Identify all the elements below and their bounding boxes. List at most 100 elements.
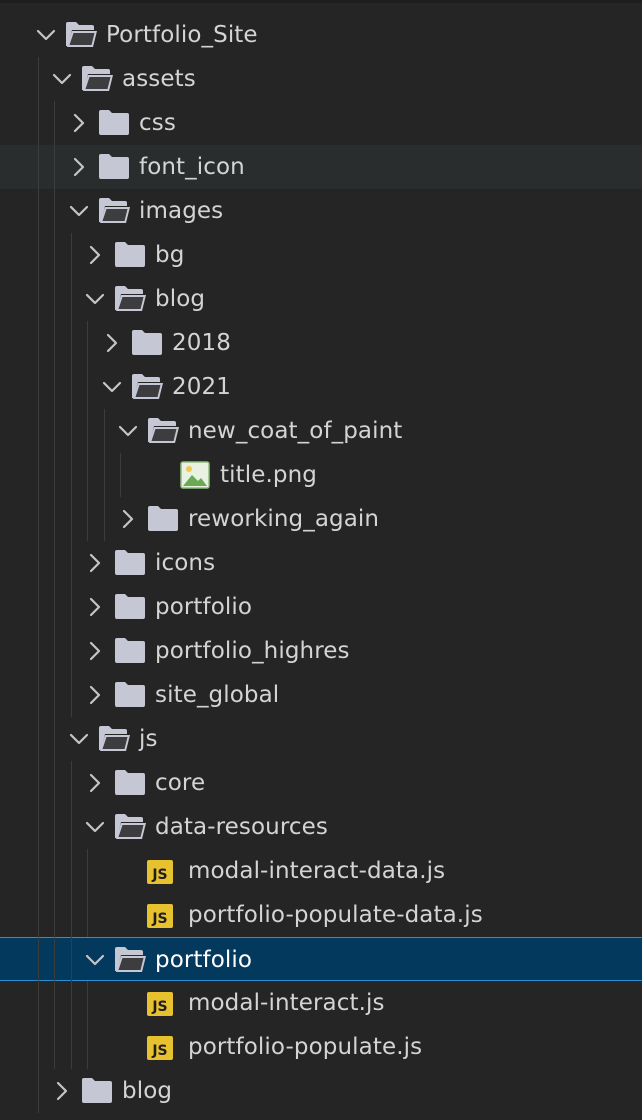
tree-item-label: portfolio-populate-data.js bbox=[188, 902, 483, 928]
chevron-right-icon[interactable] bbox=[81, 593, 109, 621]
folder-open-icon bbox=[97, 723, 131, 753]
tree-item-label: css bbox=[139, 110, 176, 136]
indent-guide bbox=[87, 321, 88, 541]
tree-folder-portfolio-highres[interactable]: portfolio_highres bbox=[0, 629, 642, 673]
tree-item-label: icons bbox=[155, 550, 216, 576]
js-file-icon: JS bbox=[147, 992, 173, 1016]
tree-folder-icons[interactable]: icons bbox=[0, 541, 642, 585]
folder-icon bbox=[97, 107, 131, 137]
indent-guide bbox=[87, 981, 88, 1069]
folder-icon bbox=[113, 591, 147, 621]
folder-icon bbox=[113, 767, 147, 797]
indent-guide bbox=[71, 761, 72, 1069]
tree-folder-new-coat-of-paint[interactable]: new_coat_of_paint bbox=[0, 409, 642, 453]
tree-item-label: core bbox=[155, 770, 206, 796]
chevron-down-icon[interactable] bbox=[98, 373, 126, 401]
js-file-icon: JS bbox=[147, 904, 173, 928]
folder-open-icon bbox=[113, 944, 147, 974]
tree-file-modal-interact-js[interactable]: JS modal-interact.js bbox=[0, 981, 642, 1025]
indent-guide bbox=[120, 453, 121, 497]
folder-icon bbox=[80, 1075, 114, 1105]
folder-open-icon bbox=[113, 283, 147, 313]
tree-item-label: portfolio_highres bbox=[155, 638, 350, 664]
tree-folder-core[interactable]: core bbox=[0, 761, 642, 805]
folder-open-icon bbox=[130, 371, 164, 401]
folder-icon bbox=[97, 151, 131, 181]
tree-folder-blog[interactable]: blog bbox=[0, 277, 642, 321]
folder-icon bbox=[113, 635, 147, 665]
tree-file-portfolio-populate-js[interactable]: JS portfolio-populate.js bbox=[0, 1025, 642, 1069]
tree-item-label: Portfolio_Site bbox=[106, 22, 258, 48]
tree-folder-data-resources[interactable]: data-resources bbox=[0, 805, 642, 849]
tree-folder-assets[interactable]: assets bbox=[0, 57, 642, 101]
js-file-icon: JS bbox=[147, 860, 173, 884]
tree-item-label: data-resources bbox=[155, 814, 328, 840]
tree-item-label: blog bbox=[155, 286, 206, 312]
tree-folder-portfolio[interactable]: portfolio bbox=[0, 585, 642, 629]
tree-item-label: modal-interact-data.js bbox=[188, 858, 446, 884]
tree-folder-images[interactable]: images bbox=[0, 189, 642, 233]
chevron-right-icon[interactable] bbox=[81, 681, 109, 709]
folder-icon bbox=[130, 327, 164, 357]
tree-folder-portfolio[interactable]: portfolio bbox=[0, 937, 642, 981]
tree-item-label: modal-interact.js bbox=[188, 990, 385, 1016]
tree-folder-blog[interactable]: blog bbox=[0, 1069, 642, 1113]
chevron-down-icon[interactable] bbox=[48, 65, 76, 93]
tree-folder-reworking-again[interactable]: reworking_again bbox=[0, 497, 642, 541]
indent-guide bbox=[87, 849, 88, 937]
tree-item-label: assets bbox=[122, 66, 196, 92]
chevron-down-icon[interactable] bbox=[65, 725, 93, 753]
folder-icon bbox=[113, 679, 147, 709]
panel-top-edge bbox=[0, 0, 642, 3]
tree-folder-2021[interactable]: 2021 bbox=[0, 365, 642, 409]
js-file-icon: JS bbox=[147, 1036, 173, 1060]
tree-folder-css[interactable]: css bbox=[0, 101, 642, 145]
indent-guide bbox=[54, 101, 55, 1069]
chevron-down-icon[interactable] bbox=[81, 813, 109, 841]
tree-item-label: js bbox=[139, 726, 158, 752]
tree-file-title-png[interactable]: title.png bbox=[0, 453, 642, 497]
chevron-down-icon[interactable] bbox=[81, 946, 109, 974]
tree-folder-2018[interactable]: 2018 bbox=[0, 321, 642, 365]
chevron-right-icon[interactable] bbox=[98, 329, 126, 357]
tree-item-label: images bbox=[139, 198, 224, 224]
chevron-right-icon[interactable] bbox=[81, 637, 109, 665]
tree-item-label: site_global bbox=[155, 682, 280, 708]
chevron-right-icon[interactable] bbox=[81, 241, 109, 269]
chevron-right-icon[interactable] bbox=[114, 505, 142, 533]
chevron-down-icon[interactable] bbox=[32, 21, 60, 49]
tree-item-label: 2021 bbox=[172, 374, 231, 400]
tree-folder-font-icon[interactable]: font_icon bbox=[0, 145, 642, 189]
tree-item-label: portfolio bbox=[155, 594, 253, 620]
chevron-down-icon[interactable] bbox=[114, 417, 142, 445]
folder-icon bbox=[113, 239, 147, 269]
folder-icon bbox=[113, 547, 147, 577]
tree-file-modal-interact-data-js[interactable]: JS modal-interact-data.js bbox=[0, 849, 642, 893]
indent-guide bbox=[71, 233, 72, 717]
indent-guide bbox=[38, 57, 39, 1113]
tree-item-label: portfolio bbox=[155, 947, 253, 973]
chevron-right-icon[interactable] bbox=[81, 549, 109, 577]
tree-folder-js[interactable]: js bbox=[0, 717, 642, 761]
folder-open-icon bbox=[146, 415, 180, 445]
chevron-right-icon[interactable] bbox=[65, 109, 93, 137]
chevron-right-icon[interactable] bbox=[65, 153, 93, 181]
chevron-right-icon[interactable] bbox=[81, 769, 109, 797]
tree-folder-site-global[interactable]: site_global bbox=[0, 673, 642, 717]
folder-open-icon bbox=[64, 19, 98, 49]
tree-folder-portfolio-site[interactable]: Portfolio_Site bbox=[0, 13, 642, 57]
tree-file-portfolio-populate-data-js[interactable]: JS portfolio-populate-data.js bbox=[0, 893, 642, 937]
folder-open-icon bbox=[80, 63, 114, 93]
folder-open-icon bbox=[113, 811, 147, 841]
tree-item-label: font_icon bbox=[139, 154, 245, 180]
chevron-right-icon[interactable] bbox=[48, 1077, 76, 1105]
folder-open-icon bbox=[97, 195, 131, 225]
tree-item-label: portfolio-populate.js bbox=[188, 1034, 423, 1060]
chevron-down-icon[interactable] bbox=[81, 285, 109, 313]
file-explorer-tree: Portfolio_Siteassets css font_iconimages bg… bbox=[0, 0, 642, 1120]
tree-item-label: reworking_again bbox=[188, 506, 380, 532]
tree-item-label: blog bbox=[122, 1078, 173, 1104]
chevron-down-icon[interactable] bbox=[65, 197, 93, 225]
indent-guide bbox=[104, 409, 105, 541]
tree-folder-bg[interactable]: bg bbox=[0, 233, 642, 277]
